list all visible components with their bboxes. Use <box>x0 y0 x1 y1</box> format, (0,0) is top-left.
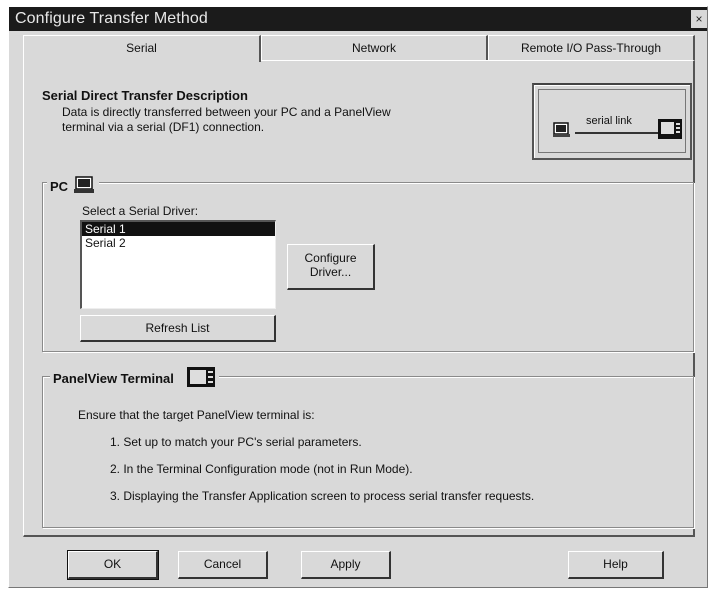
terminal-step-3: 3. Displaying the Transfer Application s… <box>110 489 535 503</box>
description-text: Data is directly transferred between you… <box>62 105 482 135</box>
select-driver-label: Select a Serial Driver: <box>82 204 199 218</box>
apply-button[interactable]: Apply <box>301 551 391 579</box>
terminal-group-header: PanelView Terminal <box>50 366 219 388</box>
serial-link-line <box>575 132 667 134</box>
terminal-step-2: 2. In the Terminal Configuration mode (n… <box>110 462 413 476</box>
panelview-terminal-icon <box>186 367 215 387</box>
serial-link-diagram: serial link <box>532 83 692 160</box>
description-line-1: Data is directly transferred between you… <box>62 105 391 119</box>
terminal-group-label: PanelView Terminal <box>53 371 174 386</box>
terminal-step-1: 1. Set up to match your PC's serial para… <box>110 435 362 449</box>
help-button[interactable]: Help <box>568 551 664 579</box>
serial-driver-list[interactable]: Serial 1 Serial 2 <box>80 220 276 309</box>
configure-driver-label-1: Configure <box>304 251 357 265</box>
list-item-serial-2[interactable]: Serial 2 <box>82 236 275 250</box>
title-bar[interactable]: Configure Transfer Method × <box>9 7 707 31</box>
computer-icon <box>553 122 570 137</box>
configure-driver-button[interactable]: Configure Driver... <box>287 244 375 290</box>
description-line-2: terminal via a serial (DF1) connection. <box>62 120 265 134</box>
terminal-intro: Ensure that the target PanelView termina… <box>78 408 315 422</box>
panelview-terminal-icon <box>658 119 682 139</box>
computer-icon <box>73 176 94 193</box>
window-title: Configure Transfer Method <box>15 10 208 27</box>
cancel-button[interactable]: Cancel <box>178 551 268 579</box>
tab-strip: Serial Network Remote I/O Pass-Through <box>23 35 695 62</box>
tab-serial[interactable]: Serial <box>23 35 261 62</box>
pc-group-label: PC <box>50 179 69 194</box>
close-icon[interactable]: × <box>691 10 707 28</box>
description-title: Serial Direct Transfer Description <box>42 88 248 103</box>
tab-remote-io-pass-through[interactable]: Remote I/O Pass-Through <box>488 35 695 60</box>
refresh-list-button[interactable]: Refresh List <box>80 315 276 342</box>
list-item-serial-1[interactable]: Serial 1 <box>82 222 275 236</box>
diagram-frame: serial link <box>538 89 686 153</box>
configure-driver-label-2: Driver... <box>309 265 352 279</box>
tab-network[interactable]: Network <box>261 35 488 60</box>
ok-button[interactable]: OK <box>67 550 159 580</box>
pc-group-header: PC <box>47 176 99 194</box>
panelview-terminal-groupbox <box>42 376 694 528</box>
serial-link-label: serial link <box>586 115 632 127</box>
